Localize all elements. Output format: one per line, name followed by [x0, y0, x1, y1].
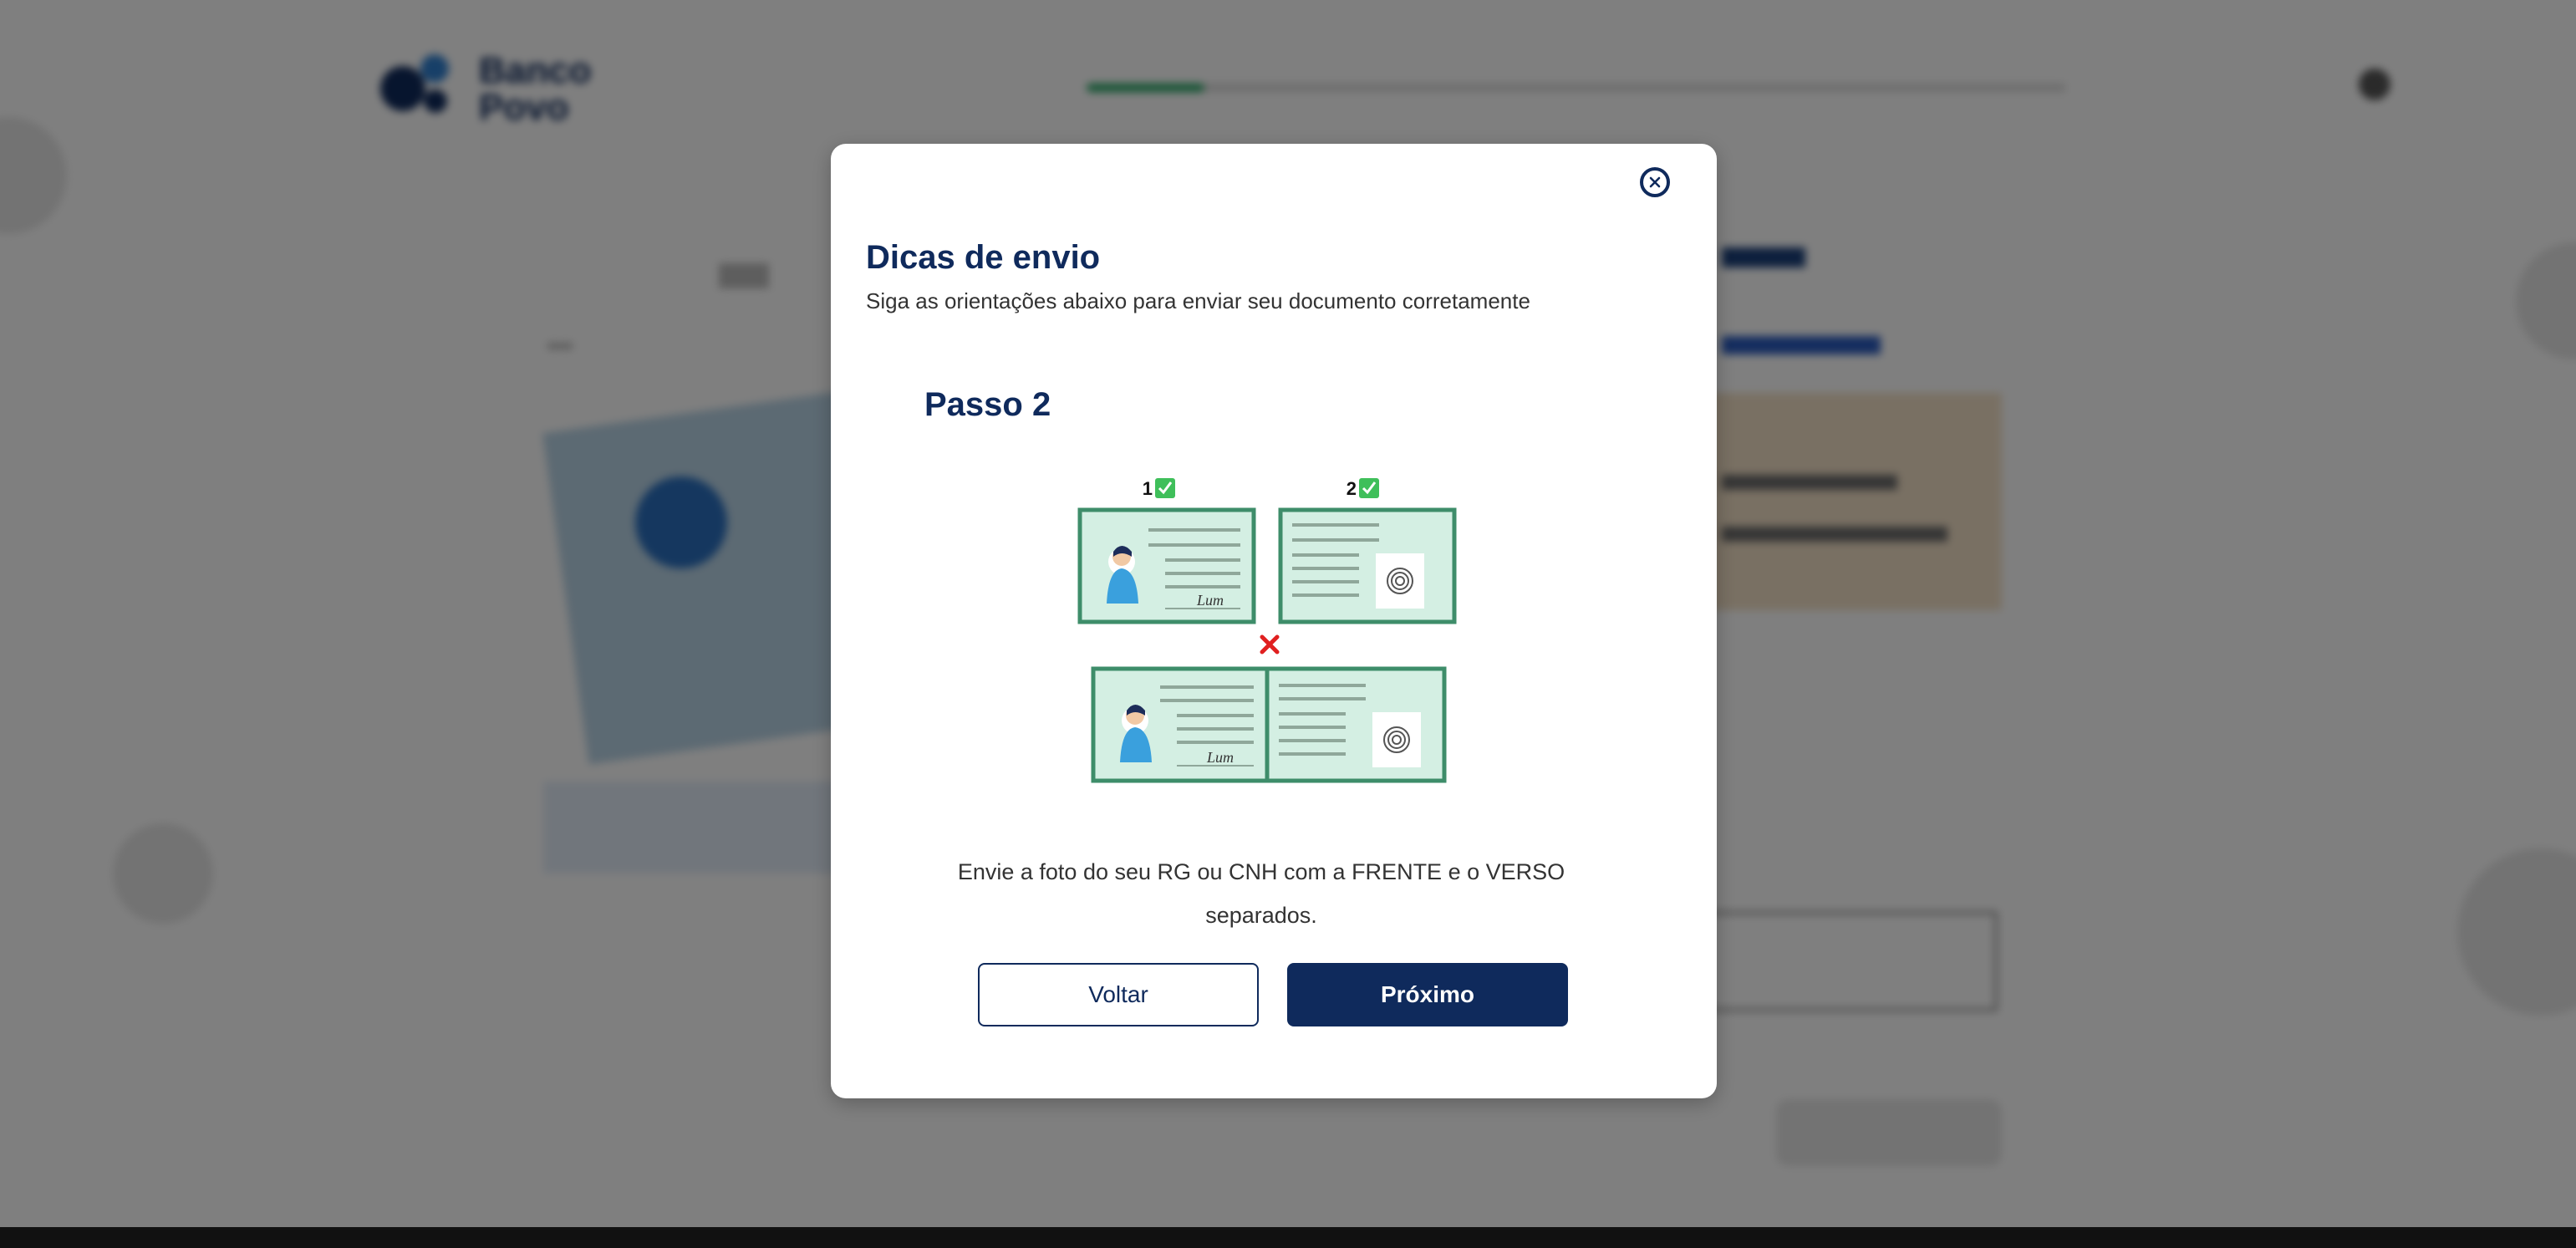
tips-modal: Dicas de envio Siga as orientações abaix…: [831, 144, 1717, 1098]
front-label: 1: [1143, 478, 1175, 499]
check-icon: [1359, 478, 1379, 498]
signature-text: Lum: [1206, 749, 1234, 766]
close-button[interactable]: [1640, 167, 1670, 197]
cross-icon: [1260, 634, 1280, 655]
back-number: 2: [1347, 478, 1357, 499]
signature-text: Lum: [1196, 592, 1224, 609]
modal-title: Dicas de envio: [866, 239, 1101, 276]
modal-subtitle: Siga as orientações abaixo para enviar s…: [866, 288, 1530, 313]
check-icon: [1155, 478, 1175, 498]
id-card-combined-incorrect: Lum: [1091, 666, 1447, 783]
id-card-back: [1278, 507, 1457, 624]
step-title: Passo 2: [924, 386, 1051, 423]
back-label: 2: [1347, 478, 1379, 499]
close-icon: [1649, 176, 1661, 188]
next-button[interactable]: Próximo: [1287, 963, 1568, 1026]
instruction-text: Envie a foto do seu RG ou CNH com a FREN…: [957, 859, 1565, 928]
front-number: 1: [1143, 478, 1153, 499]
id-card-front: Lum: [1077, 507, 1256, 624]
back-button[interactable]: Voltar: [978, 963, 1259, 1026]
page: Banco Povo Dicas de envio Siga as or: [0, 0, 2576, 1248]
